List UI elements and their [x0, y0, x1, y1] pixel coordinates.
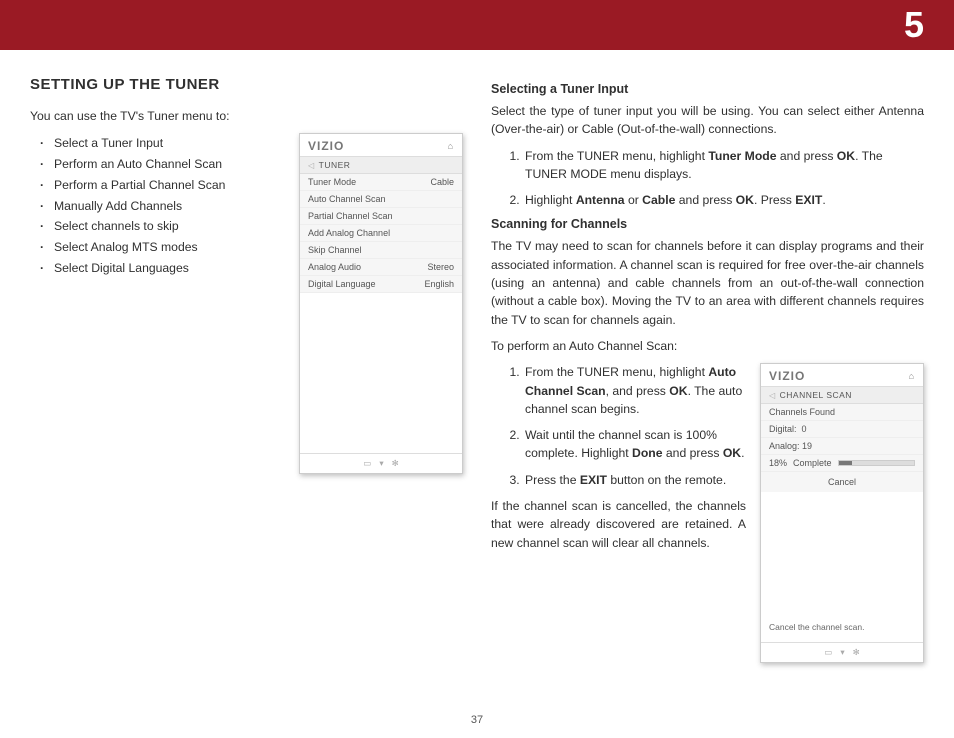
bullet-item: Select channels to skip	[54, 216, 289, 237]
subheading-tuner-input: Selecting a Tuner Input	[491, 82, 924, 96]
menu-row: Tuner ModeCable	[300, 174, 462, 191]
crumb-label: TUNER	[319, 160, 351, 170]
p-tuner-input: Select the type of tuner input you will …	[491, 102, 924, 139]
bullet-item: Perform an Auto Channel Scan	[54, 154, 289, 175]
brand-row: VIZIO ⌂	[300, 134, 462, 156]
breadcrumb: ◁ CHANNEL SCAN	[761, 386, 923, 404]
tuner-input-steps: From the TUNER menu, highlight Tuner Mod…	[491, 147, 924, 210]
chevron-left-icon: ◁	[308, 161, 315, 170]
menu-row: Analog AudioStereo	[300, 259, 462, 276]
bullet-item: Select Digital Languages	[54, 258, 289, 279]
list-item: Highlight Antenna or Cable and press OK.…	[523, 191, 924, 209]
breadcrumb: ◁ TUNER	[300, 156, 462, 174]
gear-icon: ✻	[392, 458, 399, 469]
channel-scan-screenshot: VIZIO ⌂ ◁ CHANNEL SCAN Channels Found Dig…	[760, 363, 924, 663]
menu-row: Partial Channel Scan	[300, 208, 462, 225]
chapter-header: 5	[0, 0, 954, 50]
bullet-item: Manually Add Channels	[54, 196, 289, 217]
menu-row: Analog: 19	[761, 438, 923, 455]
menu-row: Add Analog Channel	[300, 225, 462, 242]
list-item: From the TUNER menu, highlight Auto Chan…	[523, 363, 746, 418]
menu-footer: ▭ ▾ ✻	[300, 453, 462, 473]
bullet-item: Perform a Partial Channel Scan	[54, 175, 289, 196]
left-column: SETTING UP THE TUNER You can use the TV'…	[30, 76, 463, 663]
p-scanning: The TV may need to scan for channels bef…	[491, 237, 924, 328]
chevron-down-icon: ▾	[840, 647, 844, 658]
menu-row: Skip Channel	[300, 242, 462, 259]
menu-row: Auto Channel Scan	[300, 191, 462, 208]
right-column: Selecting a Tuner Input Select the type …	[491, 76, 924, 663]
menu-spacer	[761, 492, 923, 612]
intro-text: You can use the TV's Tuner menu to:	[30, 107, 463, 125]
list-item: Press the EXIT button on the remote.	[523, 471, 746, 489]
brand-logo: VIZIO	[308, 139, 344, 153]
wide-icon: ▭	[824, 647, 832, 658]
page-number: 37	[0, 714, 954, 726]
list-item: From the TUNER menu, highlight Tuner Mod…	[523, 147, 924, 184]
home-icon: ⌂	[448, 141, 454, 151]
crumb-label: CHANNEL SCAN	[780, 390, 852, 400]
menu-row: Channels Found	[761, 404, 923, 421]
progress-bar	[838, 460, 915, 466]
hint-text: Cancel the channel scan.	[761, 612, 923, 642]
bullet-item: Select Analog MTS modes	[54, 237, 289, 258]
wide-icon: ▭	[363, 458, 371, 469]
tuner-menu-screenshot: VIZIO ⌂ ◁ TUNER Tuner ModeCable Auto Chan…	[299, 133, 463, 474]
brand-logo: VIZIO	[769, 369, 805, 383]
subheading-scanning: Scanning for Channels	[491, 217, 924, 231]
bullet-item: Select a Tuner Input	[54, 133, 289, 154]
autoscan-steps: From the TUNER menu, highlight Auto Chan…	[491, 363, 746, 489]
menu-spacer	[300, 293, 462, 453]
menu-row: Digital LanguageEnglish	[300, 276, 462, 293]
progress-row: 18% Complete	[761, 455, 923, 472]
chevron-left-icon: ◁	[769, 391, 776, 400]
section-title: SETTING UP THE TUNER	[30, 76, 463, 93]
home-icon: ⌂	[909, 371, 915, 381]
progress-percent: 18%	[769, 458, 787, 468]
gear-icon: ✻	[853, 647, 860, 658]
cancel-row: Cancel	[761, 472, 923, 492]
p-autoscan-intro: To perform an Auto Channel Scan:	[491, 337, 924, 355]
chevron-down-icon: ▾	[379, 458, 383, 469]
bullet-list: Select a Tuner Input Perform an Auto Cha…	[30, 133, 289, 278]
menu-row: Digital: 0	[761, 421, 923, 438]
progress-label: Complete	[793, 458, 832, 468]
p-cancelled: If the channel scan is cancelled, the ch…	[491, 497, 746, 552]
chapter-number: 5	[904, 4, 924, 46]
menu-footer: ▭ ▾ ✻	[761, 642, 923, 662]
list-item: Wait until the channel scan is 100% comp…	[523, 426, 746, 463]
page-body: SETTING UP THE TUNER You can use the TV'…	[0, 50, 954, 673]
brand-row: VIZIO ⌂	[761, 364, 923, 386]
